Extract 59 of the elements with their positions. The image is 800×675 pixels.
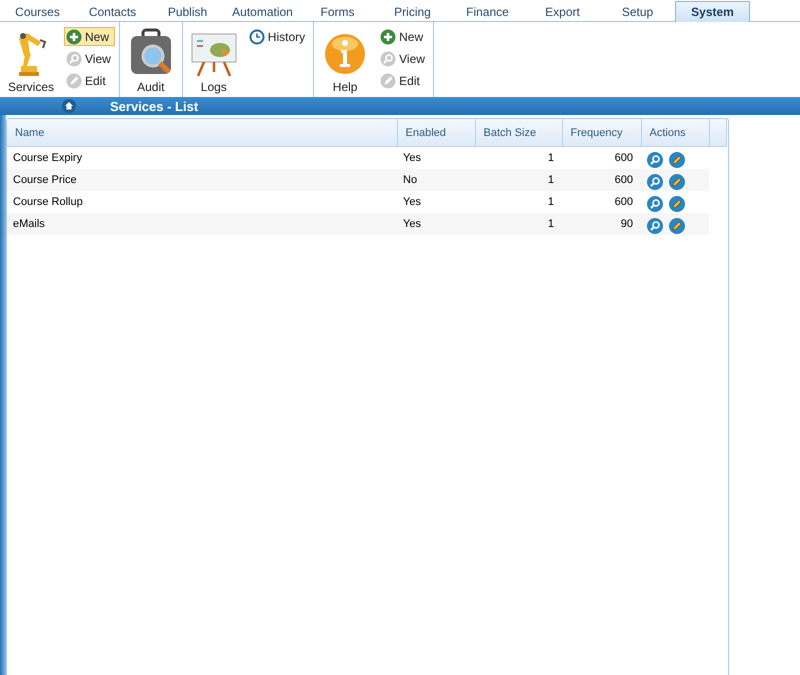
- table-cell: 1: [475, 191, 562, 213]
- pencil-icon[interactable]: [669, 196, 685, 212]
- ribbon-button[interactable]: Services: [4, 22, 58, 97]
- table-cell: 1: [475, 169, 562, 191]
- table-cell: Yes: [397, 191, 475, 213]
- table-cell: Yes: [397, 213, 475, 235]
- table-cell: 600: [562, 146, 641, 169]
- pencil-icon[interactable]: [669, 152, 685, 168]
- search-icon[interactable]: [647, 218, 663, 234]
- ribbon-button[interactable]: Audit: [124, 22, 178, 97]
- column-header[interactable]: Frequency: [562, 119, 641, 146]
- ribbon-small-button[interactable]: New: [378, 27, 429, 46]
- search-icon[interactable]: [647, 196, 663, 212]
- pencil-icon[interactable]: [669, 174, 685, 190]
- table-cell: 600: [562, 191, 641, 213]
- menu-tab[interactable]: Finance: [450, 1, 525, 22]
- ribbon-small-button[interactable]: Edit: [64, 71, 115, 90]
- menu-tab[interactable]: Pricing: [375, 1, 450, 22]
- table-cell: eMails: [7, 213, 397, 235]
- column-header[interactable]: Enabled: [397, 119, 475, 146]
- table-cell: 1: [475, 146, 562, 169]
- column-header[interactable]: Actions: [641, 119, 709, 146]
- search-icon[interactable]: [647, 174, 663, 190]
- clock-icon: [248, 28, 265, 44]
- search-icon[interactable]: [647, 152, 663, 168]
- ribbon-small-button[interactable]: View: [378, 49, 429, 68]
- menu-tab[interactable]: Courses: [0, 1, 75, 22]
- menu-tab[interactable]: Export: [525, 1, 600, 22]
- column-header[interactable]: Batch Size: [475, 119, 562, 146]
- pencil-icon: [66, 72, 82, 88]
- table-cell: 90: [562, 213, 641, 235]
- search-icon: [380, 50, 396, 66]
- ribbon-small-button[interactable]: New: [64, 27, 115, 46]
- ribbon-button[interactable]: Help: [318, 22, 372, 97]
- menu-tab[interactable]: Forms: [300, 1, 375, 22]
- menu-tab[interactable]: Automation: [225, 1, 300, 22]
- table-cell: Course Rollup: [7, 191, 397, 213]
- column-header[interactable]: Name: [7, 119, 397, 146]
- menu-tab[interactable]: Setup: [600, 1, 675, 22]
- search-icon: [66, 50, 82, 66]
- page-title: Services - List: [110, 98, 198, 114]
- ribbon-small-button[interactable]: View: [64, 49, 115, 68]
- pencil-icon: [380, 72, 396, 88]
- table-cell: 600: [562, 169, 641, 191]
- menu-tab[interactable]: Contacts: [75, 1, 150, 22]
- menu-tab[interactable]: Publish: [150, 1, 225, 22]
- table-cell: 1: [475, 213, 562, 235]
- ribbon-button[interactable]: Logs: [186, 22, 241, 97]
- table-cell: Course Expiry: [7, 146, 397, 169]
- home-icon[interactable]: [62, 99, 76, 113]
- table-cell: Yes: [397, 146, 475, 169]
- table-cell: Course Price: [7, 169, 397, 191]
- plus-icon: [380, 28, 396, 44]
- ribbon-small-button[interactable]: Edit: [378, 71, 429, 90]
- table-cell: No: [397, 169, 475, 191]
- menu-tab[interactable]: System: [675, 1, 750, 22]
- plus-icon: [66, 28, 82, 44]
- pencil-icon[interactable]: [669, 218, 685, 234]
- ribbon-small-button[interactable]: History: [246, 27, 310, 46]
